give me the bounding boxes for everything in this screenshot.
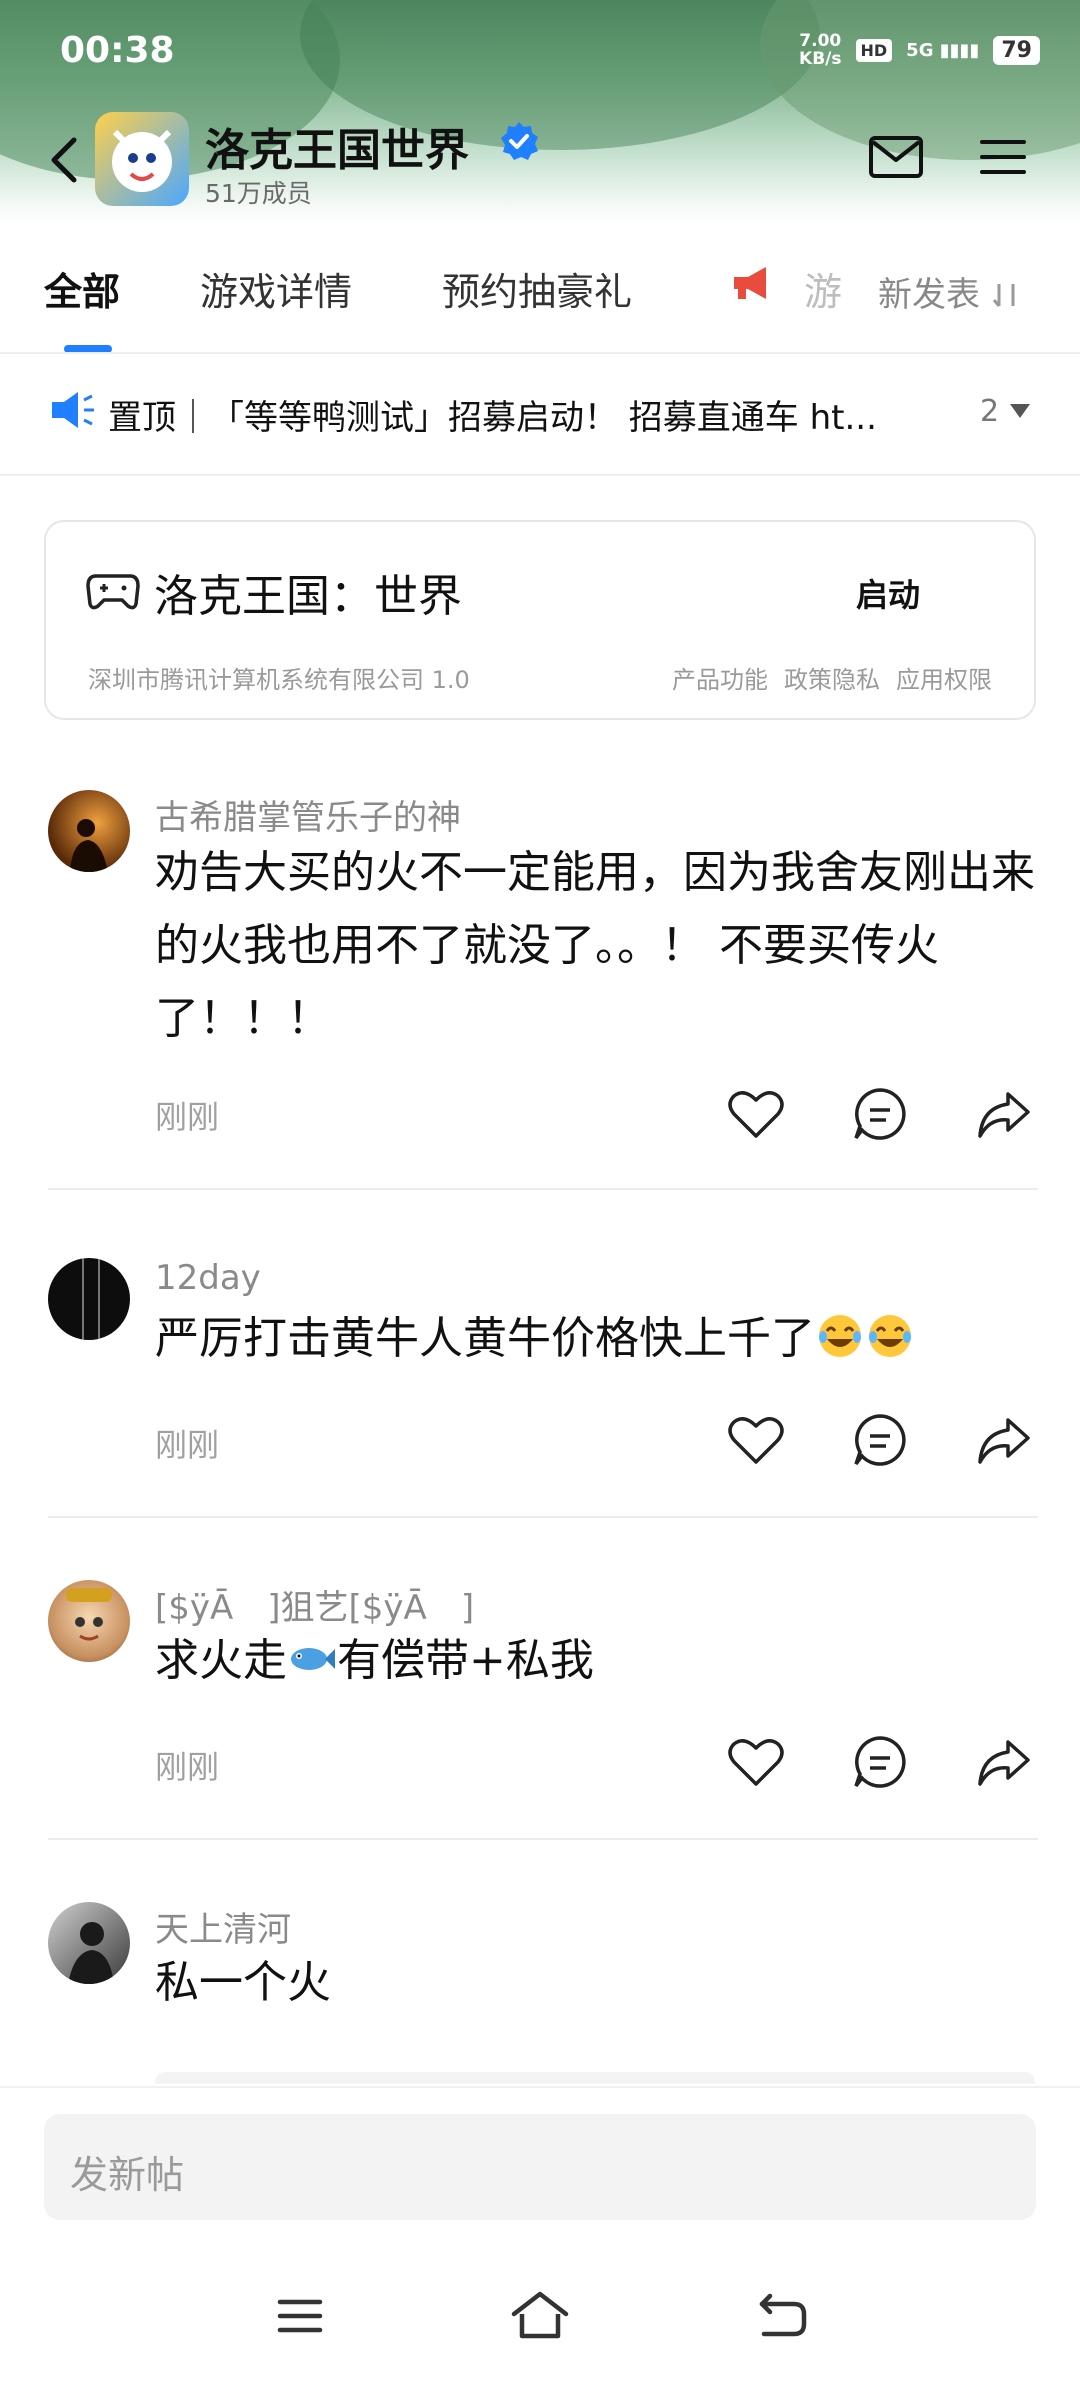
gamepad-icon (86, 574, 140, 610)
share-icon[interactable] (974, 1410, 1034, 1470)
privacy-policy-link[interactable]: 政策隐私 (784, 660, 880, 695)
comment-icon[interactable] (850, 1732, 910, 1792)
hd-badge: HD (855, 38, 893, 62)
post-time: 刚刚 (155, 1098, 220, 1136)
like-icon[interactable] (726, 1732, 786, 1792)
laughing-crying-emoji (869, 1315, 911, 1357)
community-title: 洛克王国世界 (205, 125, 469, 176)
app-permissions-link[interactable]: 应用权限 (896, 660, 992, 695)
reply-preview (155, 2072, 1035, 2084)
pinned-announcement[interactable]: 置顶｜「等等鸭测试」招募启动！ 招募直通车 ht... 2 (0, 354, 1080, 474)
divider (48, 1516, 1038, 1518)
post-content[interactable]: 求火走 有偿带+私我 (155, 1624, 1045, 1697)
post[interactable]: 古希腊掌管乐子的神 劝告大买的火不一定能用，因为我舍友刚出来的火我也用不了就没了… (0, 780, 1080, 1190)
post[interactable]: [$ÿĀ ]狙艺[$ÿĀ ] 求火走 有偿带+私我 刚刚 (0, 1572, 1080, 1842)
game-links: 产品功能 政策隐私 应用权限 (672, 660, 992, 695)
status-bar: 00:38 7.00 KB/s HD 5G ▮▮▮▮ 79 (60, 30, 1040, 74)
avatar[interactable] (48, 1902, 130, 1984)
post-content[interactable]: 私一个火 (155, 1946, 1045, 2019)
pinned-text: 置顶｜「等等鸭测试」招募启动！ 招募直通车 ht... (108, 398, 877, 438)
tab-bar: 全部 游戏详情 预约抽豪礼 游 新发表 (0, 225, 1080, 355)
back-nav-icon[interactable] (748, 2284, 812, 2348)
avatar[interactable] (48, 790, 130, 872)
share-icon[interactable] (974, 1732, 1034, 1792)
sort-icon (992, 284, 1015, 307)
username[interactable]: 天上清河 (155, 1902, 291, 1951)
tab-reservation-lottery[interactable]: 预约抽豪礼 (442, 261, 632, 316)
divider (48, 1838, 1038, 1840)
new-post-placeholder: 发新帖 (70, 2153, 185, 2197)
comment-icon[interactable] (850, 1410, 910, 1470)
signal-icon: 5G ▮▮▮▮ (906, 39, 980, 61)
post[interactable]: 天上清河 私一个火 (0, 1894, 1080, 2084)
game-card[interactable]: 洛克王国：世界 启动 深圳市腾讯计算机系统有限公司 1.0 产品功能 政策隐私 … (44, 520, 1036, 720)
post-time: 刚刚 (155, 1426, 220, 1464)
avatar[interactable] (48, 1580, 130, 1662)
laughing-crying-emoji (819, 1315, 861, 1357)
launch-button[interactable]: 启动 (856, 570, 920, 616)
announcement-icon (52, 392, 94, 428)
menu-icon[interactable] (976, 134, 1030, 180)
post-content[interactable]: 严厉打击黄牛人黄牛价格快上千了 (155, 1302, 1045, 1375)
like-icon[interactable] (726, 1084, 786, 1144)
mascot-icon (112, 129, 172, 192)
post-time: 刚刚 (155, 1748, 220, 1786)
expand-caret-icon[interactable] (1010, 404, 1030, 418)
username[interactable]: 12day (155, 1258, 261, 1298)
divider (48, 1188, 1038, 1190)
community-logo[interactable] (95, 112, 189, 206)
share-icon[interactable] (974, 1084, 1034, 1144)
sort-newest[interactable]: 新发表 (878, 267, 1023, 316)
tab-game-truncated[interactable]: 游 (804, 261, 842, 316)
username[interactable]: [$ÿĀ ]狙艺[$ÿĀ ] (155, 1580, 474, 1629)
avatar[interactable] (48, 1258, 130, 1340)
mail-icon[interactable] (868, 134, 924, 180)
status-icons: 7.00 KB/s HD 5G ▮▮▮▮ 79 (799, 32, 1040, 68)
game-name: 洛克王国：世界 (154, 571, 462, 622)
username[interactable]: 古希腊掌管乐子的神 (155, 790, 461, 839)
product-features-link[interactable]: 产品功能 (672, 660, 768, 695)
top-bar: 洛克王国世界 51万成员 (0, 110, 1080, 210)
compose-bar: 发新帖 (0, 2086, 1080, 2238)
fish-emoji (291, 1648, 335, 1670)
back-icon[interactable] (40, 130, 90, 190)
post[interactable]: 12day 严厉打击黄牛人黄牛价格快上千了 刚刚 (0, 1250, 1080, 1520)
net-speed: 7.00 KB/s (799, 31, 842, 69)
game-publisher-version: 深圳市腾讯计算机系统有限公司 1.0 (88, 666, 470, 694)
megaphone-icon (730, 263, 776, 312)
tab-game-details[interactable]: 游戏详情 (200, 261, 352, 316)
system-nav-bar (0, 2236, 1080, 2400)
divider (0, 474, 1080, 476)
member-count: 51万成员 (205, 179, 312, 208)
comment-icon[interactable] (850, 1084, 910, 1144)
post-content[interactable]: 劝告大买的火不一定能用，因为我舍友刚出来的火我也用不了就没了。。！ 不要买传火了… (155, 836, 1045, 1055)
like-icon[interactable] (726, 1410, 786, 1470)
clock: 00:38 (60, 30, 175, 71)
community-header: 00:38 7.00 KB/s HD 5G ▮▮▮▮ 79 洛克王国世界 51万… (0, 0, 1080, 225)
recent-apps-icon[interactable] (268, 2284, 332, 2348)
new-post-input[interactable]: 发新帖 (44, 2114, 1036, 2220)
home-icon[interactable] (508, 2284, 572, 2348)
tab-all[interactable]: 全部 (44, 261, 120, 316)
pinned-count: 2 (980, 394, 1000, 429)
verified-icon (501, 122, 538, 160)
battery-icon: 79 (993, 35, 1040, 65)
